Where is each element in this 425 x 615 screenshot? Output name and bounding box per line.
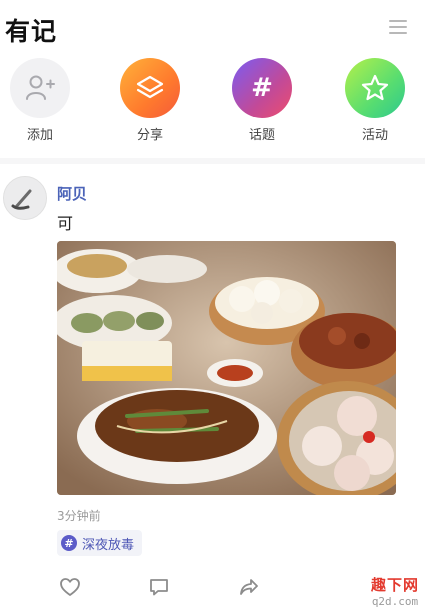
share-action-button[interactable]: 分享 (110, 58, 190, 143)
share-icon[interactable] (238, 576, 260, 598)
share-label: 分享 (136, 128, 163, 143)
topic-tag[interactable]: # 深夜放毒 (57, 530, 143, 556)
quick-actions: 添加 分享 # 话题 活动 (0, 58, 425, 150)
topic-action-button[interactable]: # 话题 (222, 58, 302, 143)
hash-icon: # (61, 535, 77, 551)
author-name[interactable]: 阿贝 (57, 183, 87, 204)
star-icon (345, 58, 405, 118)
hash-icon: # (232, 58, 292, 118)
watermark: 趣下网 q2d.com (371, 574, 419, 608)
app-title: 有记 (5, 17, 58, 46)
post-text: 可 (57, 214, 74, 233)
topic-label: 话题 (248, 128, 275, 143)
watermark-url: q2d.com (371, 595, 419, 608)
menu-icon[interactable] (389, 20, 407, 34)
add-user-icon (10, 58, 70, 118)
add-label: 添加 (26, 128, 53, 143)
comment-icon[interactable] (148, 576, 170, 598)
topic-tag-label: 深夜放毒 (82, 537, 135, 553)
event-action-button[interactable]: 活动 (335, 58, 415, 143)
header: 有记 (0, 0, 425, 52)
heart-icon[interactable] (59, 576, 81, 598)
post-action-bar (0, 570, 425, 604)
post-time: 3分钟前 (57, 509, 101, 523)
event-label: 活动 (361, 128, 388, 143)
watermark-title: 趣下网 (370, 576, 419, 594)
add-action-button[interactable]: 添加 (0, 58, 80, 143)
app-screen: 有记 添加 分享 # 话题 活动 阿贝 可 3分钟前 # 深夜放毒 趣下网 q2… (0, 0, 425, 615)
avatar[interactable] (3, 176, 47, 220)
layers-icon (120, 58, 180, 118)
dim-sum-photo[interactable] (57, 241, 396, 495)
section-divider (0, 158, 425, 164)
